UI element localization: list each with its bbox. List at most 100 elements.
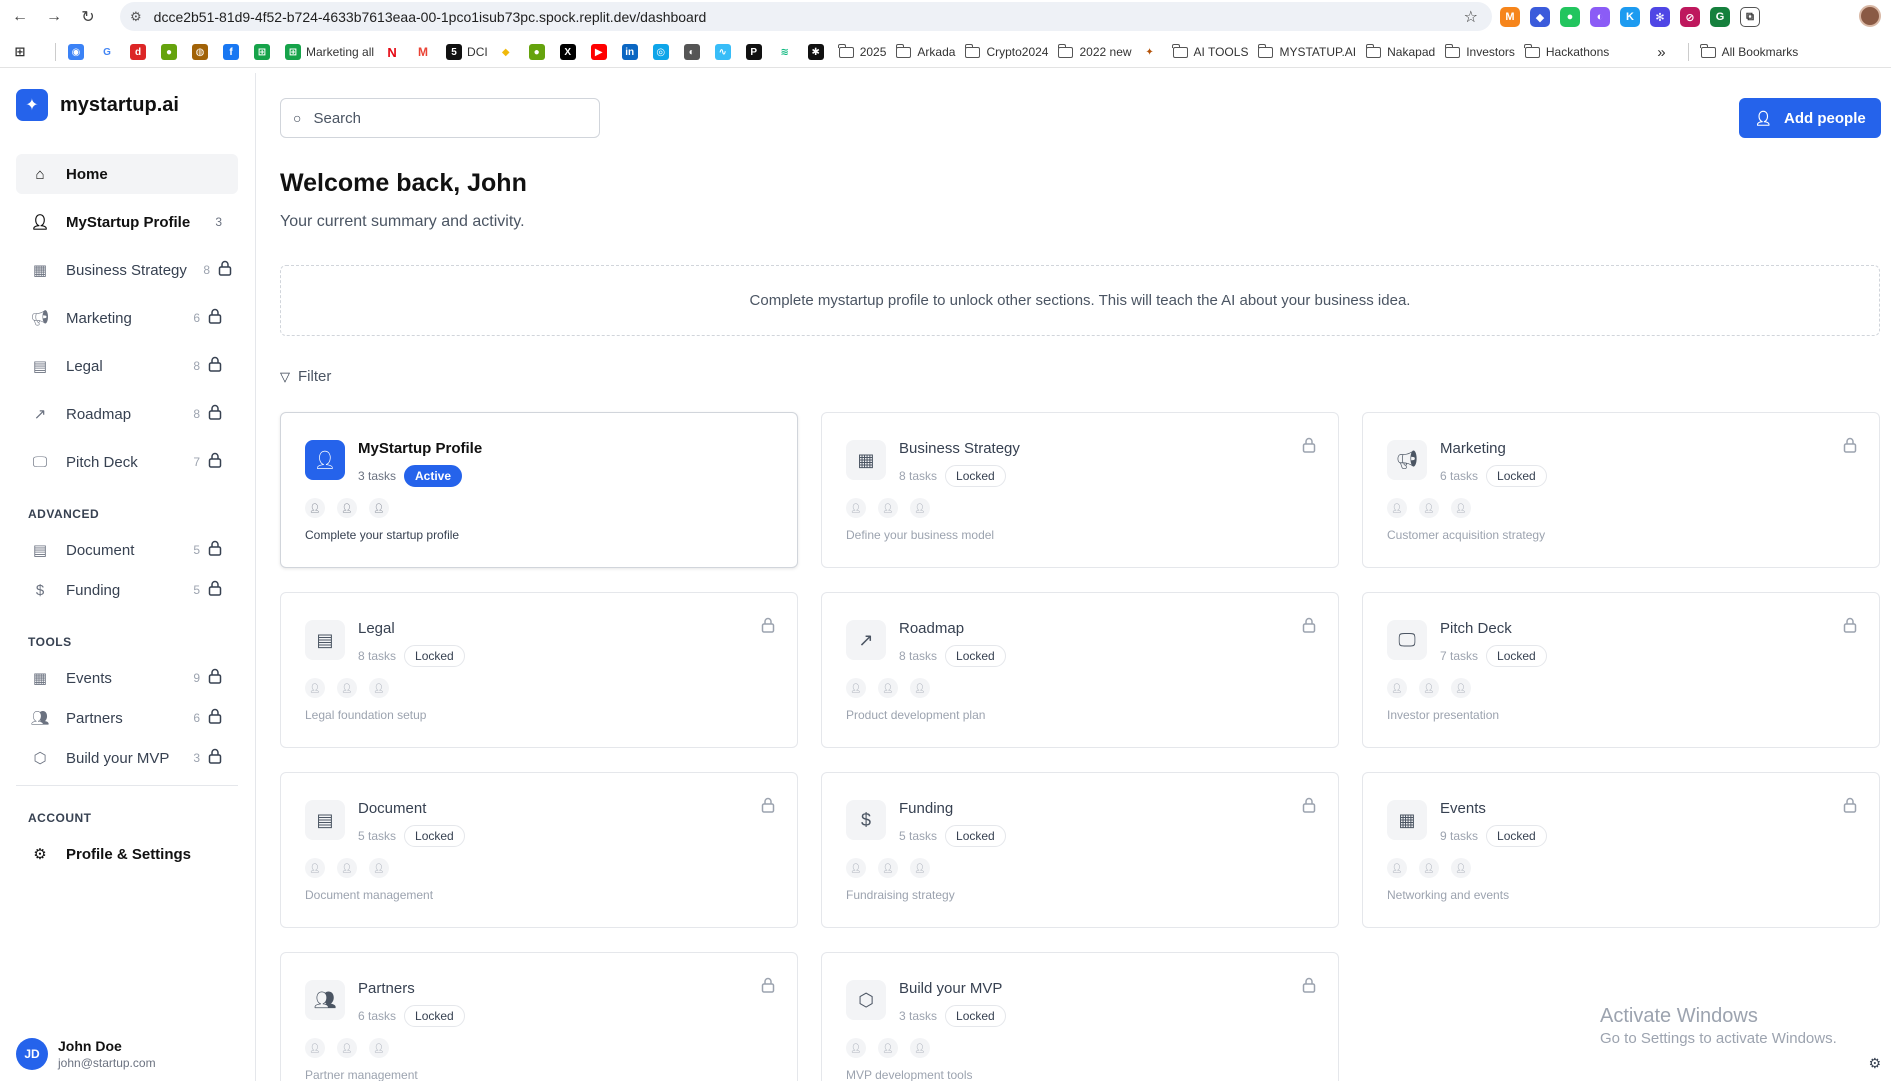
back-icon[interactable]: ← [6, 3, 34, 31]
bookmark-folder-2025[interactable]: 2025 [838, 43, 886, 59]
module-card-pitch-deck[interactable]: 🖵︎ Pitch Deck 7 tasks Locked 👤︎ 👤︎ 👤︎ Inves… [1362, 592, 1880, 748]
extension-icon[interactable]: ● [1560, 7, 1580, 27]
user-profile[interactable]: JD John Doe john@startup.com [16, 1038, 156, 1070]
module-card-business-strategy[interactable]: ▦ Business Strategy 8 tasks Locked 👤︎ 👤︎ 👤︎… [821, 412, 1339, 568]
address-bar[interactable]: ⚙ dcce2b51-81d9-4f52-b724-4633b7613eaa-0… [120, 2, 1492, 31]
assignees: 👤︎ 👤︎ 👤︎ [305, 1038, 389, 1058]
module-card-marketing[interactable]: 📢︎ Marketing 6 tasks Locked 👤︎ 👤︎ 👤︎ Custom… [1362, 412, 1880, 568]
youtube-bookmark-icon[interactable]: ▶ [590, 44, 612, 60]
bookmark-favicon[interactable]: ≋ [776, 44, 798, 60]
person-icon: 👤︎ [337, 1038, 357, 1058]
extension-icon[interactable]: ◆ [1530, 7, 1550, 27]
person-icon: 👤︎ [910, 678, 930, 698]
status-badge: Active [404, 465, 463, 487]
lock-icon [208, 452, 222, 472]
url-text[interactable]: dcce2b51-81d9-4f52-b724-4633b7613eaa-00-… [154, 9, 707, 25]
bookmark-folder-all-bookmarks[interactable]: All Bookmarks [1700, 43, 1798, 59]
card-title: Roadmap [899, 620, 965, 637]
card-description: Document management [305, 888, 434, 902]
card-description: Legal foundation setup [305, 708, 427, 722]
gear-icon[interactable]: ⚙ [1868, 1055, 1881, 1072]
bookmark-folder-2022-new[interactable]: 2022 new [1057, 43, 1132, 59]
linkedin-bookmark-icon[interactable]: in [621, 44, 643, 60]
x-bookmark-icon[interactable]: X [559, 44, 581, 60]
sidebar-item-funding[interactable]: $ Funding 5 [16, 570, 238, 610]
task-count: 5 [193, 583, 200, 597]
sidebar-item-marketing[interactable]: 📢︎ Marketing 6 [16, 298, 238, 338]
metamask-extension-icon[interactable]: M [1500, 7, 1520, 27]
person-icon: 👤︎ [369, 858, 389, 878]
module-card-mystartup-profile[interactable]: 👤︎ MyStartup Profile 3 tasks Active 👤︎ 👤︎ 👤… [280, 412, 798, 568]
bookmark-folder-arkada[interactable]: Arkada [895, 43, 955, 59]
bookmark-favicon[interactable]: ◎ [652, 44, 674, 60]
bookmark-favicon[interactable]: ● [161, 44, 182, 60]
sidebar-item-business-strategy[interactable]: ▦ Business Strategy 8 [16, 250, 238, 290]
module-card-legal[interactable]: ▤ Legal 8 tasks Locked 👤︎ 👤︎ 👤︎ Legal found… [280, 592, 798, 748]
search-input[interactable]: ○ Search [280, 98, 600, 138]
bookmark-favicon[interactable]: ◐ [683, 44, 705, 60]
binance-bookmark-icon[interactable]: ◆ [497, 44, 519, 60]
site-settings-icon[interactable]: ⚙ [130, 9, 142, 25]
bookmark-folder-hackathons[interactable]: Hackathons [1524, 43, 1609, 59]
apps-icon[interactable]: ⊞ [12, 44, 33, 60]
sidebar-item-pitch-deck[interactable]: 🖵︎ Pitch Deck 7 [16, 442, 238, 482]
module-card-partners[interactable]: 👥︎ Partners 6 tasks Locked 👤︎ 👤︎ 👤︎ Partner… [280, 952, 798, 1081]
sidebar-item-document[interactable]: ▤ Document 5 [16, 530, 238, 570]
browser-profile-avatar[interactable] [1859, 5, 1881, 27]
sidebar-item-mystartup-profile[interactable]: 👤︎ MyStartup Profile 3 [16, 202, 238, 242]
filter-button[interactable]: ▽ Filter [280, 368, 331, 385]
module-card-roadmap[interactable]: ↗ Roadmap 8 tasks Locked 👤︎ 👤︎ 👤︎ Product d… [821, 592, 1339, 748]
extension-icon[interactable]: K [1620, 7, 1640, 27]
module-card-document[interactable]: ▤ Document 5 tasks Locked 👤︎ 👤︎ 👤︎ Document… [280, 772, 798, 928]
sidebar-item-partners[interactable]: 👥︎ Partners 6 [16, 698, 238, 738]
assignees: 👤︎ 👤︎ 👤︎ [846, 498, 930, 518]
bookmark-favicon[interactable]: ◉ [68, 44, 89, 60]
sidebar-item-legal[interactable]: ▤ Legal 8 [16, 346, 238, 386]
facebook-bookmark-icon[interactable]: f [223, 44, 244, 60]
bookmark-favicon[interactable]: d [130, 44, 151, 60]
module-card-build-mvp[interactable]: ⬡ Build your MVP 3 tasks Locked 👤︎ 👤︎ 👤︎ MV… [821, 952, 1339, 1081]
bookmark-favicon[interactable]: ● [528, 44, 550, 60]
google-bookmark-icon[interactable]: G [99, 44, 120, 60]
bookmark-folder-investors[interactable]: Investors [1444, 43, 1515, 59]
sidebar-item-build-mvp[interactable]: ⬡ Build your MVP 3 [16, 738, 238, 778]
module-card-funding[interactable]: $ Funding 5 tasks Locked 👤︎ 👤︎ 👤︎ Fundraisi… [821, 772, 1339, 928]
bookmark-star-icon[interactable]: ☆ [1464, 7, 1478, 27]
brand[interactable]: ✦ mystartup.ai [16, 89, 179, 121]
bookmark-dci[interactable]: 5 DCI [446, 44, 488, 60]
sidebar-item-events[interactable]: ▦ Events 9 [16, 658, 238, 698]
sidebar-item-label: Document [66, 541, 135, 559]
lock-icon [208, 748, 222, 768]
forward-icon[interactable]: → [40, 3, 68, 31]
netflix-bookmark-icon[interactable]: N [384, 44, 405, 60]
sidebar-item-roadmap[interactable]: ↗ Roadmap 8 [16, 394, 238, 434]
sidebar-item-home[interactable]: ⌂ Home [16, 154, 238, 194]
card-description: MVP development tools [846, 1068, 973, 1081]
bookmark-folder-nakapad[interactable]: Nakapad [1365, 43, 1435, 59]
extension-icon[interactable]: ✻ [1650, 7, 1670, 27]
extension-icon[interactable]: ⊘ [1680, 7, 1700, 27]
bookmark-marketing-all[interactable]: ⊞ Marketing all [285, 44, 374, 60]
extensions-puzzle-icon[interactable]: ⧉ [1740, 7, 1760, 27]
person-icon: 👤︎ [305, 858, 325, 878]
bookmark-folder-crypto2024[interactable]: Crypto2024 [964, 43, 1048, 59]
bookmark-favicon[interactable]: ◍ [192, 44, 213, 60]
reload-icon[interactable]: ↻ [74, 3, 102, 31]
module-card-events[interactable]: ▦ Events 9 tasks Locked 👤︎ 👤︎ 👤︎ Networking… [1362, 772, 1880, 928]
bookmark-folder-ai-tools[interactable]: AI TOOLS [1172, 43, 1248, 59]
add-people-button[interactable]: 👤︎ Add people [1739, 98, 1881, 138]
bookmark-favicon[interactable]: P [745, 44, 767, 60]
bookmark-favicon[interactable]: ✦ [1141, 44, 1163, 60]
sheets-bookmark-icon[interactable]: ⊞ [254, 44, 275, 60]
lock-icon [208, 708, 222, 728]
section-label-account: ACCOUNT [28, 811, 92, 825]
bookmark-favicon[interactable]: ∿ [714, 44, 736, 60]
bookmark-favicon[interactable]: ✱ [807, 44, 829, 60]
extension-icon[interactable]: ◐ [1590, 7, 1610, 27]
bookmark-folder-mystatup[interactable]: MYSTATUP.AI [1257, 43, 1356, 59]
status-badge: Locked [404, 645, 465, 667]
gmail-bookmark-icon[interactable]: M [415, 44, 436, 60]
sidebar-item-profile-settings[interactable]: ⚙ Profile & Settings [16, 834, 238, 874]
grammarly-extension-icon[interactable]: G [1710, 7, 1730, 27]
more-bookmarks-button[interactable]: » [1657, 44, 1665, 61]
